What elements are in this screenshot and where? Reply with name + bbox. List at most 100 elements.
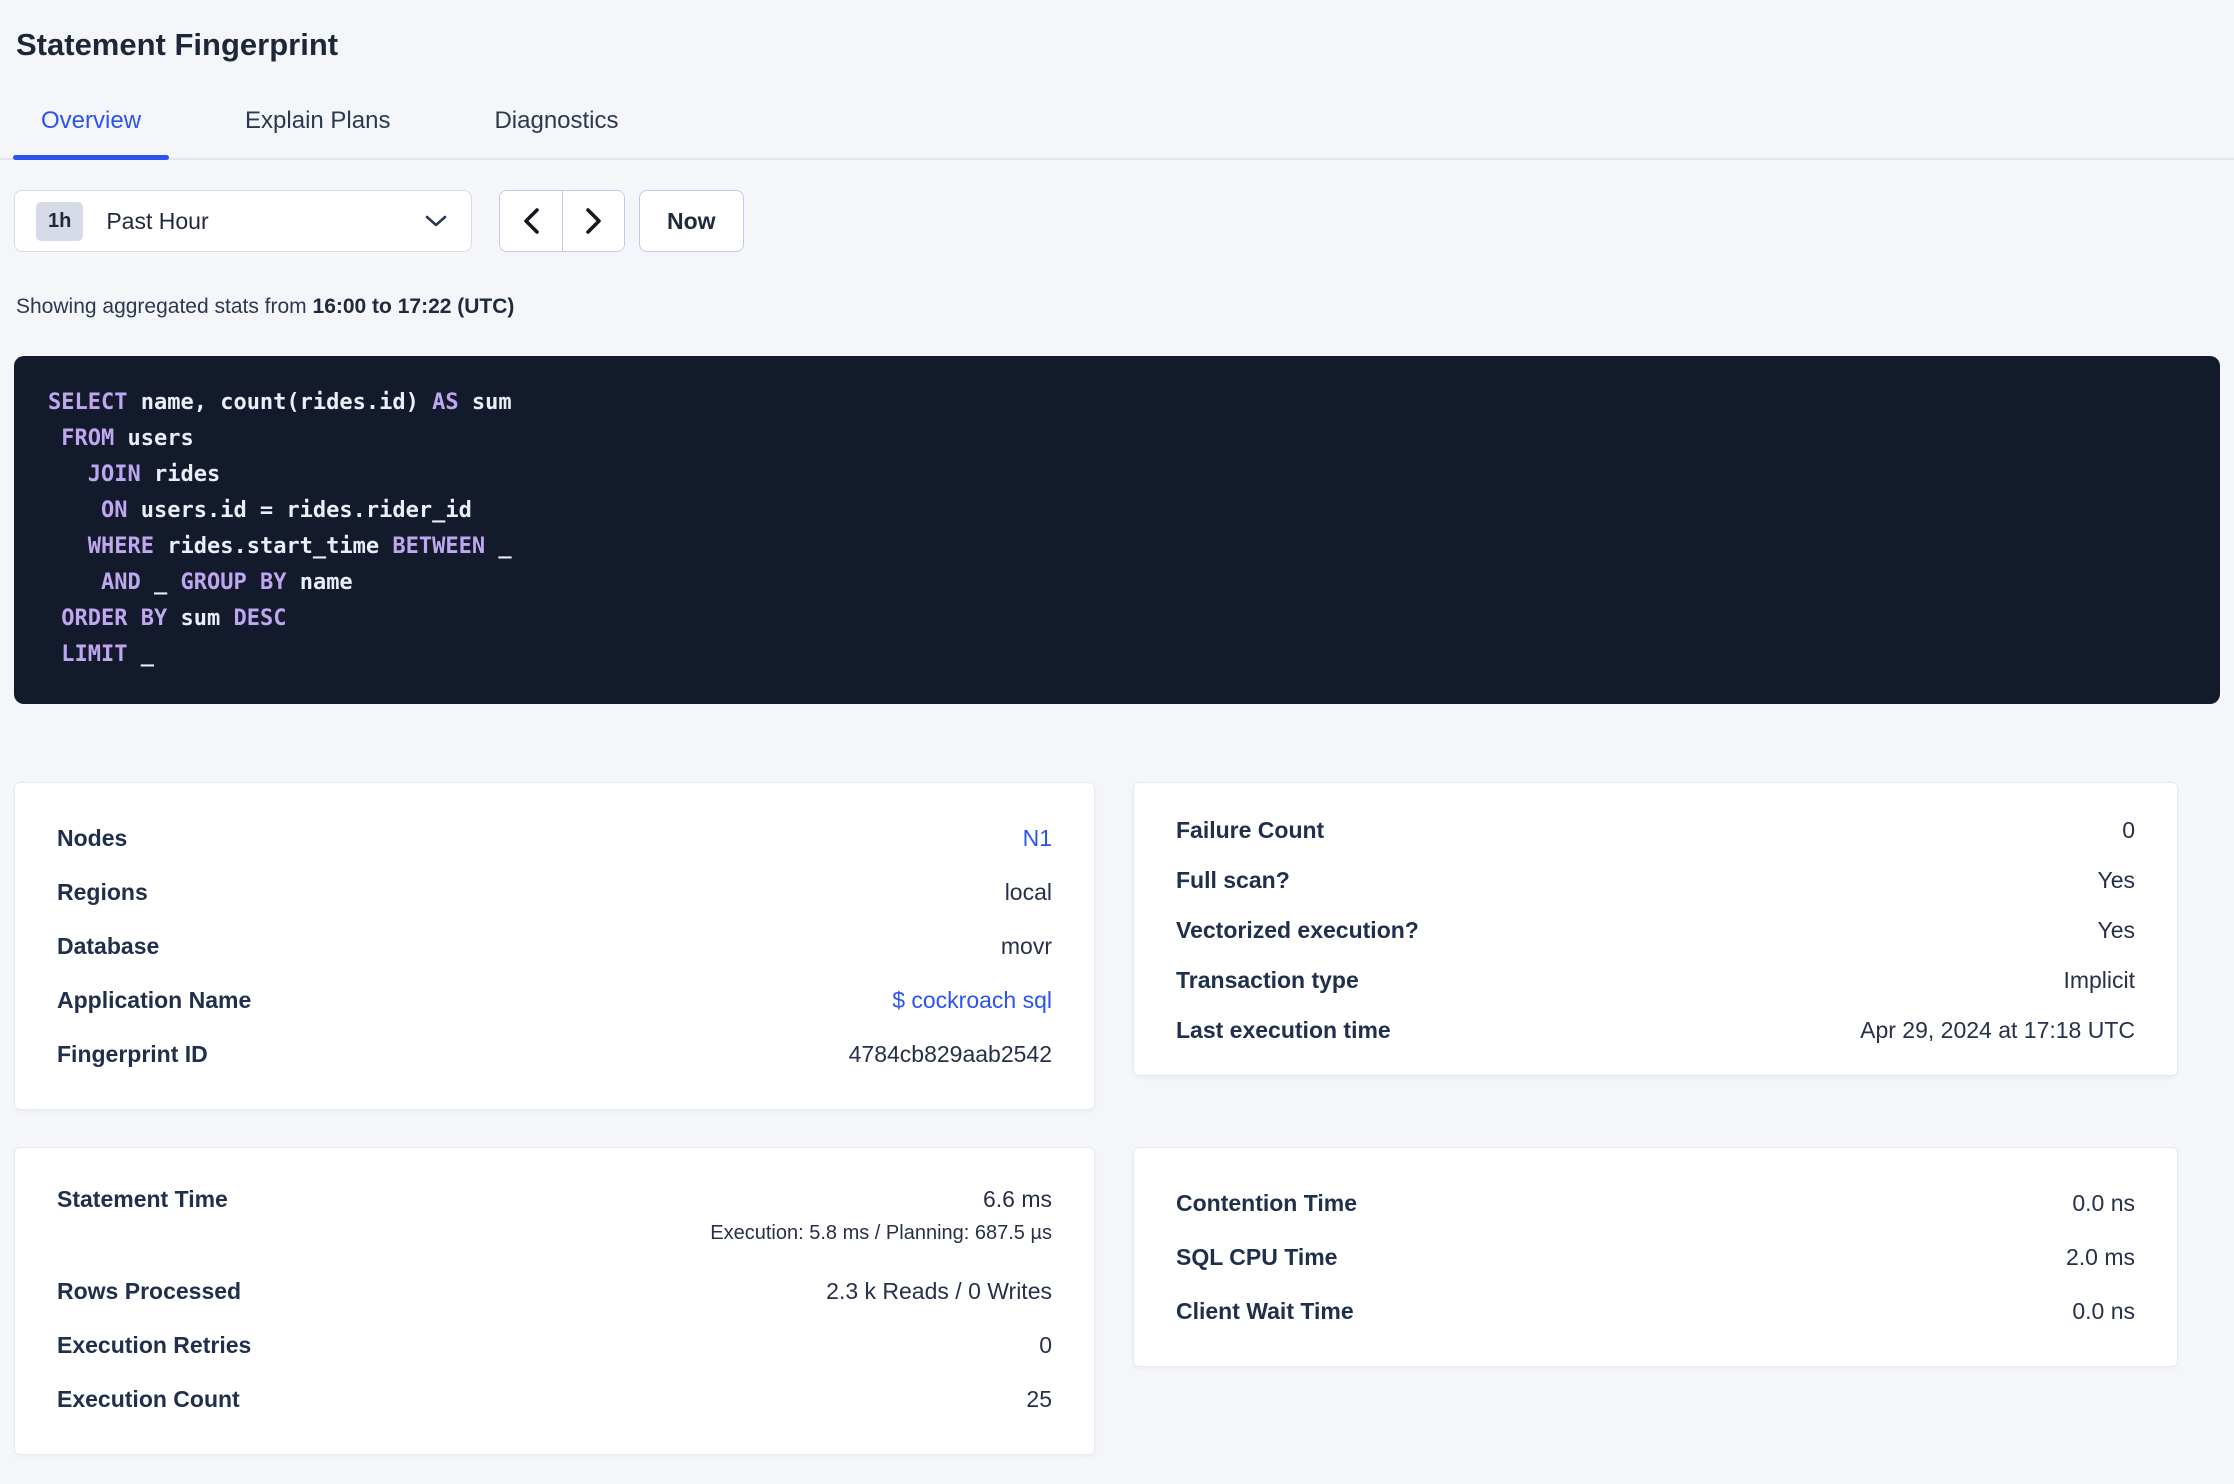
time-interval-label: Past Hour (106, 207, 209, 234)
sql-text: rides.start_time (153, 534, 393, 559)
row-label: Full scan? (1176, 866, 1290, 893)
sql-keyword: DESC (233, 606, 287, 631)
row-value: movr (1000, 932, 1052, 959)
row-label: Transaction type (1176, 966, 1359, 993)
sql-keyword: JOIN (87, 462, 141, 487)
summary-row: Last execution time Apr 29, 2024 at 17:1… (1176, 1005, 2135, 1055)
row-label: Failure Count (1176, 816, 1325, 843)
summary-cards-row-1: Nodes N1 Regions local Database movr App… (14, 782, 2234, 1110)
row-value: 6.6 ms (982, 1186, 1052, 1212)
summary-row: Database movr (57, 919, 1052, 973)
summary-row: Full scan? Yes (1176, 855, 2135, 905)
page-title: Statement Fingerprint (16, 27, 339, 62)
sql-keyword: AS (432, 390, 459, 415)
sql-line: WHERE rides.start_time BETWEEN _ (48, 529, 2220, 565)
sql-line: FROM users (48, 421, 2220, 457)
time-nav-group (499, 190, 625, 252)
sql-keyword: AND (100, 570, 141, 595)
tab-explain-plans[interactable]: Explain Plans (217, 100, 418, 158)
row-label: SQL CPU Time (1176, 1243, 1338, 1270)
summary-card-overview: Nodes N1 Regions local Database movr App… (14, 782, 1095, 1110)
app-name-link[interactable]: $ cockroach sql (892, 987, 1052, 1014)
summary-row: Rows Processed 2.3 k Reads / 0 Writes (57, 1264, 1052, 1318)
summary-row: Execution Count 25 (57, 1372, 1052, 1426)
sql-text: _ (140, 570, 181, 595)
row-label: Rows Processed (57, 1277, 242, 1304)
sql-keyword: WHERE (87, 534, 154, 559)
row-label: Execution Retries (57, 1331, 252, 1358)
summary-row: Contention Time 0.0 ns (1176, 1176, 2135, 1230)
row-label: Database (57, 932, 160, 959)
time-controls: 1h Past Hour Now (14, 190, 2234, 252)
sql-keyword: GROUP BY (180, 570, 287, 595)
sql-text: users (114, 426, 194, 451)
row-label: Vectorized execution? (1176, 916, 1419, 943)
next-time-button[interactable] (562, 191, 624, 251)
sql-line: ON users.id = rides.rider_id (48, 493, 2220, 529)
nodes-link[interactable]: N1 (1023, 825, 1052, 852)
sql-text: sum (167, 606, 234, 631)
sql-keyword: FROM (61, 426, 115, 451)
sql-line: LIMIT _ (48, 637, 2220, 673)
stats-summary-prefix: Showing aggregated stats from (16, 295, 313, 318)
row-label: Client Wait Time (1176, 1297, 1354, 1324)
sql-text: _ (127, 642, 154, 667)
tab-overview[interactable]: Overview (13, 100, 170, 160)
row-value: local (1004, 878, 1052, 905)
tab-bar: Overview Explain Plans Diagnostics (0, 100, 2234, 160)
chevron-right-icon (585, 207, 603, 235)
summary-row: Failure Count 0 (1176, 805, 2135, 855)
row-value: 2.0 ms (2065, 1243, 2135, 1270)
summary-card-execution-attributes: Failure Count 0 Full scan? Yes Vectorize… (1133, 782, 2178, 1076)
sql-keyword: ON (100, 498, 128, 523)
sql-text: users.id = rides.rider_id (127, 498, 472, 523)
summary-row: SQL CPU Time 2.0 ms (1176, 1230, 2135, 1284)
summary-row: Client Wait Time 0.0 ns (1176, 1284, 2135, 1338)
sql-text: name, count(rides.id) (127, 390, 433, 415)
row-subvalue: Execution: 5.8 ms / Planning: 687.5 µs (710, 1222, 1052, 1244)
summary-row: Fingerprint ID 4784cb829aab2542 (57, 1027, 1052, 1081)
tab-diagnostics[interactable]: Diagnostics (466, 100, 646, 158)
sql-text: rides (140, 462, 221, 487)
summary-row: Vectorized execution? Yes (1176, 905, 2135, 955)
now-button[interactable]: Now (639, 190, 744, 252)
row-label: Contention Time (1176, 1189, 1358, 1216)
prev-time-button[interactable] (500, 191, 562, 251)
sql-keyword: ORDER BY (61, 606, 168, 631)
sql-statement-box: SELECT name, count(rides.id) AS sum FROM… (14, 356, 2220, 704)
summary-row: Nodes N1 (57, 811, 1052, 865)
summary-card-statement-timing: Statement Time 6.6 ms Execution: 5.8 ms … (14, 1147, 1095, 1455)
row-label: Regions (57, 878, 148, 905)
summary-cards-row-2: Statement Time 6.6 ms Execution: 5.8 ms … (14, 1147, 2234, 1455)
row-value: 0.0 ns (2072, 1297, 2135, 1324)
stats-time-range: 16:00 to 17:22 (UTC) (312, 295, 515, 318)
row-value: 0.0 ns (2072, 1189, 2135, 1216)
sql-keyword: BETWEEN (392, 534, 486, 559)
summary-row: Application Name $ cockroach sql (57, 973, 1052, 1027)
sql-text: name (286, 570, 353, 595)
summary-row: Regions local (57, 865, 1052, 919)
sql-line: SELECT name, count(rides.id) AS sum (48, 385, 2220, 421)
summary-row: Statement Time 6.6 ms Execution: 5.8 ms … (57, 1176, 1052, 1264)
row-label: Nodes (57, 824, 128, 851)
row-value: 0 (1039, 1331, 1052, 1358)
time-interval-selector[interactable]: 1h Past Hour (14, 190, 472, 252)
sql-line: AND _ GROUP BY name (48, 565, 2220, 601)
chevron-down-icon (425, 214, 447, 228)
row-label: Fingerprint ID (57, 1040, 208, 1067)
row-value: Implicit (2063, 966, 2135, 993)
row-value: 0 (2122, 816, 2135, 843)
sql-text: sum (458, 390, 512, 415)
stats-summary-text: Showing aggregated stats from 16:00 to 1… (16, 295, 2234, 319)
row-label: Last execution time (1176, 1016, 1391, 1043)
summary-row: Execution Retries 0 (57, 1318, 1052, 1372)
row-value: Yes (2097, 866, 2135, 893)
row-value: Yes (2097, 916, 2135, 943)
chevron-left-icon (522, 207, 540, 235)
summary-card-wait-times: Contention Time 0.0 ns SQL CPU Time 2.0 … (1133, 1147, 2178, 1367)
